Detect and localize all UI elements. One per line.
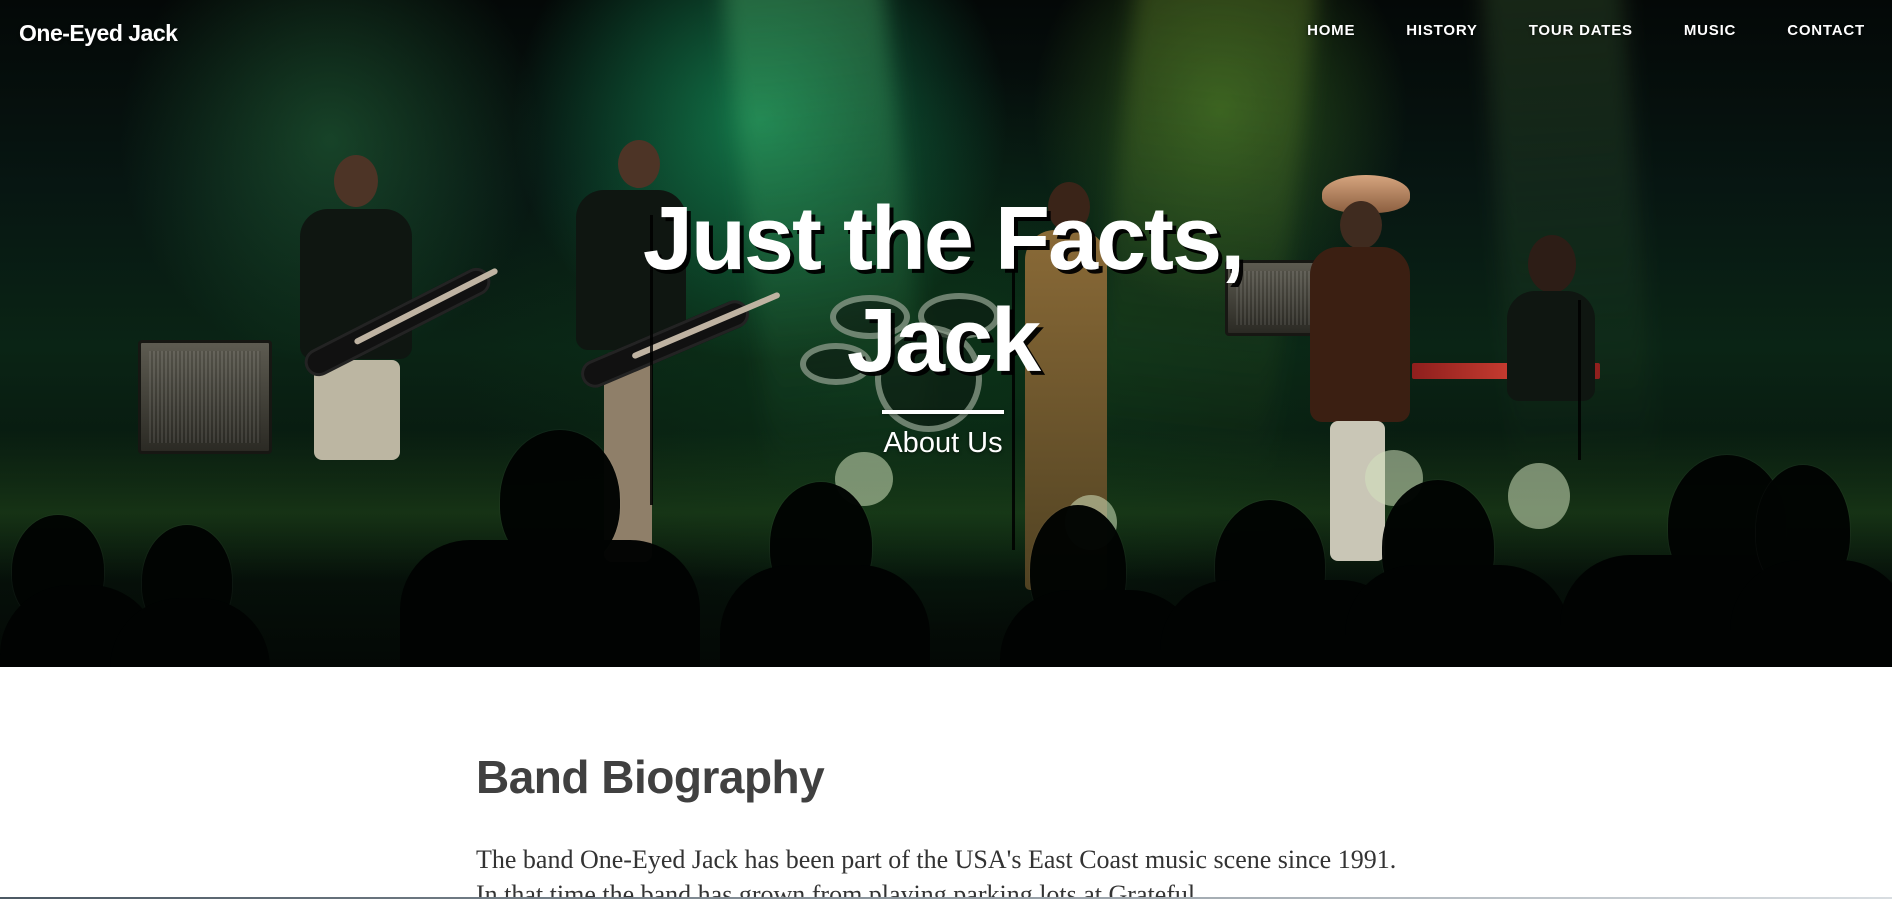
musician-head — [334, 155, 378, 207]
musician-body — [1507, 291, 1595, 401]
hero-heading-group: Just the Facts, Jack About Us — [546, 188, 1340, 460]
band-biography-paragraph: The band One-Eyed Jack has been part of … — [476, 845, 1397, 899]
nav-home[interactable]: HOME — [1307, 22, 1355, 39]
hero-title: Just the Facts, Jack — [546, 188, 1340, 392]
hero-title-line-1: Just the Facts, — [642, 189, 1245, 289]
microphone-stand — [1578, 300, 1581, 460]
musician-head — [1340, 201, 1382, 249]
band-biography-heading: Band Biography — [476, 751, 825, 803]
musician-legs — [314, 360, 400, 460]
guitar-amplifier — [138, 340, 272, 454]
keyboard-player — [1490, 235, 1605, 405]
hero-section: One-Eyed Jack HOME HISTORY TOUR DATES MU… — [0, 0, 1892, 667]
nav-contact[interactable]: CONTACT — [1787, 22, 1865, 39]
nav-music[interactable]: MUSIC — [1684, 22, 1736, 39]
main-navigation: HOME HISTORY TOUR DATES MUSIC CONTACT — [1307, 22, 1865, 39]
page-content: Band Biography The band One-Eyed Jack ha… — [0, 667, 1892, 899]
hero-title-line-2: Jack — [846, 291, 1041, 391]
musician-head — [618, 140, 660, 188]
nav-history[interactable]: HISTORY — [1406, 22, 1477, 39]
nav-tour-dates[interactable]: TOUR DATES — [1529, 22, 1633, 39]
hero-divider — [882, 410, 1004, 414]
site-title-link[interactable]: One-Eyed Jack — [19, 20, 178, 47]
hero-subtitle: About Us — [883, 427, 1003, 459]
musician-head — [1528, 235, 1576, 293]
